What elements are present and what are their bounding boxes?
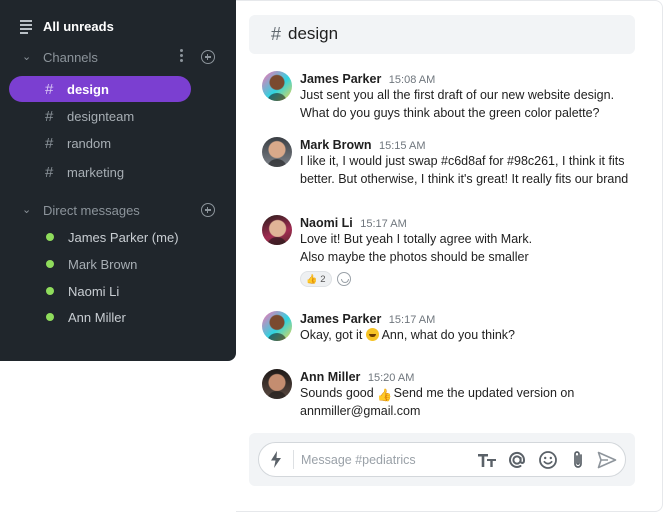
hash-icon: #: [45, 134, 54, 152]
message-email-link[interactable]: annmiller@gmail.com: [300, 404, 420, 418]
sidebar-item-james-parker[interactable]: James Parker (me): [0, 224, 236, 250]
direct-messages-section-header[interactable]: ⌄ Direct messages: [0, 197, 236, 223]
hash-icon: #: [271, 24, 282, 44]
message-text: Love it! But yeah I totally agree with M…: [300, 232, 533, 246]
sidebar-item-designteam[interactable]: # designteam: [0, 103, 236, 129]
message-composer: [258, 442, 626, 477]
message-author[interactable]: James Parker: [300, 72, 381, 86]
add-direct-message-icon[interactable]: [201, 203, 215, 217]
bolt-icon[interactable]: [263, 446, 289, 472]
message-text: better. But otherwise, I think it's grea…: [300, 172, 629, 186]
message-timestamp: 15:15 AM: [379, 140, 426, 152]
dm-label: James Parker (me): [68, 229, 179, 245]
chat-panel: # design James Parker 15:08 AM Just sent…: [236, 0, 663, 512]
message-author[interactable]: Mark Brown: [300, 138, 372, 152]
message-timestamp: 15:17 AM: [388, 314, 436, 326]
avatar[interactable]: [262, 369, 292, 399]
composer-area: [249, 433, 635, 486]
avatar[interactable]: [262, 137, 292, 167]
message-timestamp: 15:20 AM: [367, 372, 415, 384]
chevron-down-icon[interactable]: ⌄: [22, 203, 31, 216]
smile-emoji-icon: [365, 328, 379, 341]
text-format-icon[interactable]: [475, 448, 499, 472]
avatar[interactable]: [262, 215, 292, 245]
chevron-down-icon[interactable]: ⌄: [22, 50, 31, 63]
message-text: What do you guys think about the green c…: [300, 106, 600, 120]
sidebar-item-random[interactable]: # random: [0, 130, 236, 156]
sidebar-item-mark-brown[interactable]: Mark Brown: [0, 251, 236, 277]
message-text: Just sent you all the first draft of our…: [300, 88, 615, 102]
dm-label: Naomi Li: [68, 283, 120, 299]
online-status-dot: [46, 233, 54, 241]
kebab-menu-icon[interactable]: [180, 49, 184, 65]
emoji-icon[interactable]: [536, 448, 560, 472]
dm-label: Ann Miller: [68, 309, 126, 325]
hash-icon: #: [45, 107, 54, 125]
message-input[interactable]: [301, 449, 471, 471]
sidebar-item-marketing[interactable]: # marketing: [0, 159, 236, 185]
message-text: Also maybe the photos should be smaller: [300, 250, 529, 264]
channel-label: random: [67, 135, 112, 151]
message-text: Sounds good 👍 Send me the updated versio…: [300, 386, 574, 402]
message-text-part: Okay, got it: [300, 328, 363, 342]
message-text-part: Sounds good: [300, 386, 374, 400]
reactions-bar: 👍 2: [300, 271, 351, 287]
send-icon[interactable]: [595, 448, 619, 472]
message-author[interactable]: Ann Miller: [300, 370, 360, 384]
channel-header: # design: [249, 15, 635, 54]
message-text-part: Ann, what do you think?: [381, 328, 516, 342]
message-timestamp: 15:08 AM: [388, 74, 436, 86]
thumbs-up-icon: 👍: [306, 273, 318, 284]
list-lines-icon: [20, 20, 32, 34]
online-status-dot: [46, 260, 54, 268]
dm-label: Mark Brown: [68, 256, 138, 272]
sidebar: All unreads ⌄ Channels # design # design…: [0, 0, 236, 361]
message-author[interactable]: James Parker: [300, 312, 381, 326]
channel-label: design: [67, 81, 109, 97]
channels-section-header[interactable]: ⌄ Channels: [0, 44, 236, 70]
message-text: Okay, got it Ann, what do you think?: [300, 328, 515, 342]
avatar[interactable]: [262, 311, 292, 341]
thumbs-up-emoji-icon: 👍: [377, 388, 393, 402]
online-status-dot: [46, 313, 54, 321]
message-author[interactable]: Naomi Li: [300, 216, 353, 230]
paperclip-icon[interactable]: [566, 448, 590, 472]
message-text: I like it, I would just swap #c6d8af for…: [300, 154, 625, 168]
message-text-part: Send me the updated version on: [393, 386, 575, 400]
add-reaction-icon[interactable]: [336, 272, 351, 286]
message-timestamp: 15:17 AM: [360, 218, 407, 230]
channel-label: marketing: [67, 164, 125, 180]
all-unreads-item[interactable]: All unreads: [0, 13, 236, 39]
avatar[interactable]: [262, 71, 292, 101]
add-channel-icon[interactable]: [201, 50, 215, 64]
channels-heading: Channels: [43, 49, 98, 65]
mention-icon[interactable]: [505, 448, 529, 472]
reaction-thumbs-up[interactable]: 👍 2: [300, 271, 332, 287]
online-status-dot: [46, 287, 54, 295]
direct-messages-heading: Direct messages: [43, 202, 140, 218]
reaction-count: 2: [320, 273, 326, 285]
sidebar-item-ann-miller[interactable]: Ann Miller: [0, 304, 236, 330]
composer-divider: [293, 450, 294, 469]
hash-icon: #: [45, 80, 54, 98]
sidebar-item-naomi-li[interactable]: Naomi Li: [0, 278, 236, 304]
all-unreads-label: All unreads: [43, 18, 114, 34]
sidebar-item-design[interactable]: # design: [9, 76, 191, 102]
hash-icon: #: [45, 163, 54, 181]
channel-title: design: [288, 24, 339, 43]
channel-label: designteam: [67, 108, 135, 124]
